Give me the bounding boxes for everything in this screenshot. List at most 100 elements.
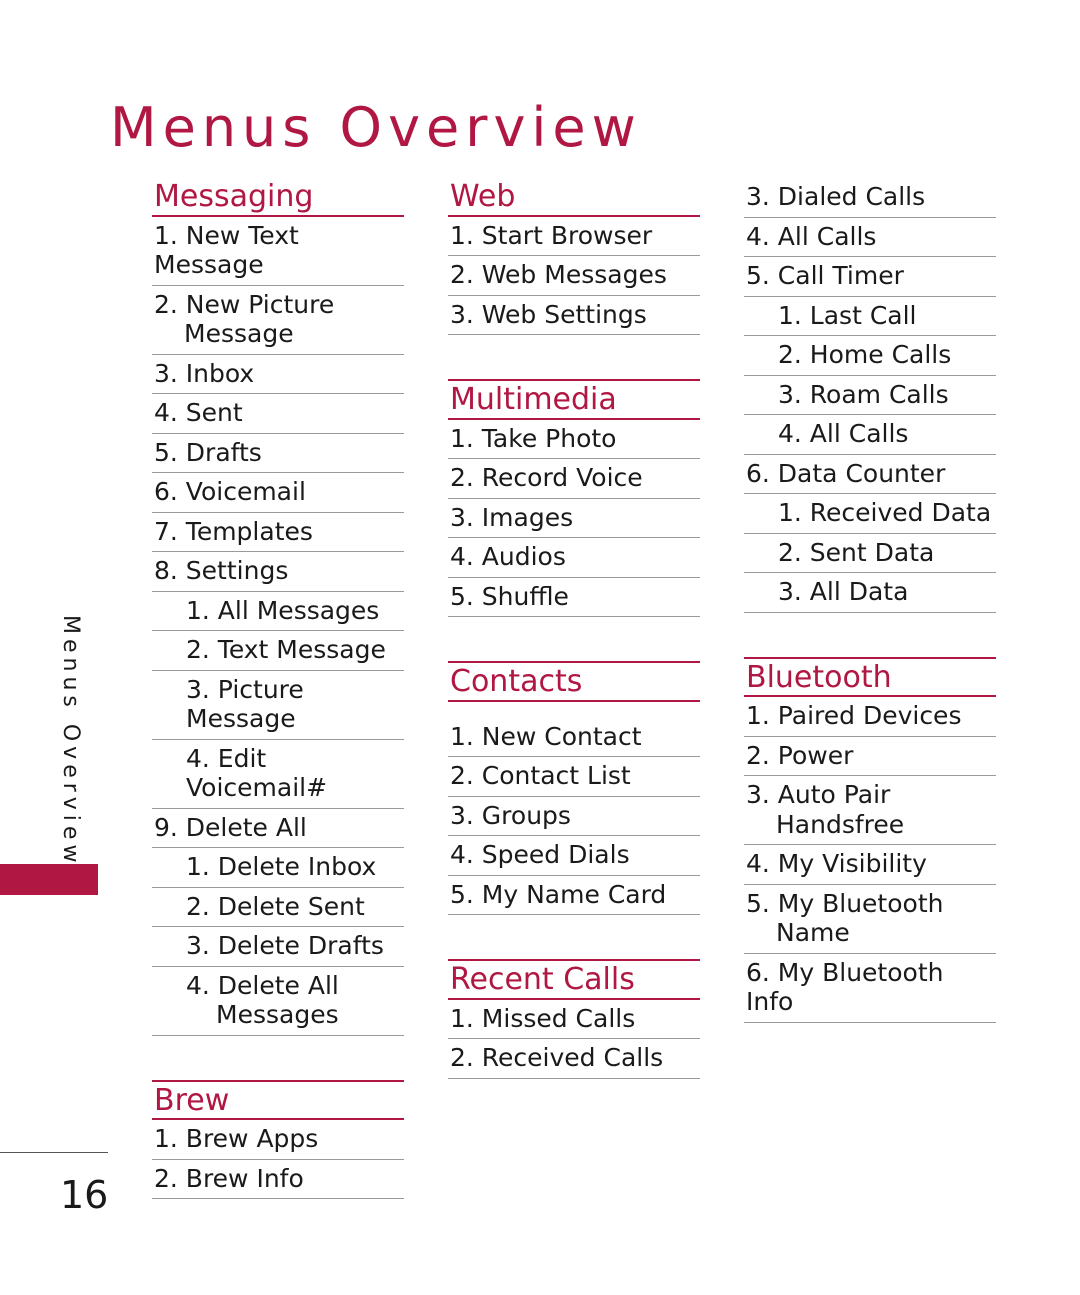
section-contacts: Contacts 1. New Contact 2. Contact List 3. … [448,661,700,916]
menu-item-label: 2. Record Voice [450,463,643,493]
menu-item[interactable]: 1. Start Browser [448,217,700,257]
menu-item-label: 5. Drafts [154,437,262,467]
menu-item-label: 5. Shuffle [450,581,569,611]
section-heading-web: Web [450,179,516,214]
menu-item[interactable]: 9. Delete All [152,809,404,849]
menu-item[interactable]: 2. Received Calls [448,1039,700,1079]
menu-item-label: 1. Paired Devices [746,701,962,731]
menu-item-label: 3. Inbox [154,358,255,388]
menu-item[interactable]: 2. Text Message [152,631,404,671]
menu-item-label: 2. Power [746,740,854,770]
menu-item[interactable]: 4. All Calls [744,218,996,257]
menu-item-label: 3. Dialed Calls [746,182,926,211]
menu-item[interactable]: 6. Voicemail [152,473,404,513]
menu-item-label: 6. Voicemail [154,477,306,507]
menu-item[interactable]: 8. Settings [152,552,404,592]
menu-item[interactable]: 2. Contact List [448,757,700,797]
menu-item[interactable]: 1. New Text Message [152,217,404,286]
menu-item-label-continued: Message [184,319,294,349]
menu-item[interactable]: 3. Roam Calls [744,376,996,415]
menu-item[interactable]: 5. Shuffle [448,578,700,618]
menu-list-bluetooth: 1. Paired Devices 2. Power 3. Auto Pair Han… [744,697,996,1023]
menu-item-label: 3. Picture Message [186,674,304,734]
menu-item[interactable]: 1. Delete Inbox [152,848,404,888]
section-heading-multimedia: Multimedia [450,382,617,418]
section-bluetooth: Bluetooth 1. Paired Devices 2. Power 3. Aut… [744,656,996,1023]
menu-item-label: 9. Delete All [154,812,307,842]
menu-item[interactable]: 3. Groups [448,797,700,837]
menu-item[interactable]: 2. Brew Info [152,1160,404,1200]
menu-item[interactable]: 5. Call Timer [744,257,996,297]
side-tab-marker [0,864,98,895]
menu-item-label-continued: Name [776,918,850,948]
section-messaging: Messaging 1. New Text Message 2. New Pictu… [152,178,404,1036]
menu-item-label: 1. Start Browser [450,220,653,250]
menu-item-label: 1. Delete Inbox [186,852,377,882]
menu-item-label: 4. Sent [154,398,243,428]
page-title: Menus Overview [110,96,642,160]
menu-item[interactable]: 1. Take Photo [448,420,700,460]
menu-item-label: 2. Contact List [450,761,631,791]
menu-item[interactable]: 1. New Contact [448,718,700,758]
menu-item-label: 2. Received Calls [450,1043,664,1073]
menu-item[interactable]: 5. My Bluetooth Name [744,885,996,954]
menu-item[interactable]: 1. Received Data [744,494,996,534]
menu-item-label: 4. All Calls [746,221,877,251]
menu-item[interactable]: 3. Delete Drafts [152,927,404,967]
menu-item[interactable]: 3. Auto Pair Handsfree [744,776,996,846]
menu-item-label: 5. My Bluetooth [746,888,944,918]
menu-item[interactable]: 3. Inbox [152,355,404,395]
menu-item[interactable]: 4. Edit Voicemail# [152,740,404,809]
menu-list-recent-calls: 1. Missed Calls 2. Received Calls [448,1000,700,1079]
menu-item-label-continued: Handsfree [776,809,905,839]
menu-item[interactable]: 1. Brew Apps [152,1120,404,1160]
menu-item[interactable]: 4. All Calls [744,415,996,455]
menu-item[interactable]: 4. Sent [152,394,404,434]
menu-item[interactable]: 5. Drafts [152,434,404,474]
section-heading-contacts: Contacts [450,664,583,700]
menu-item[interactable]: 2. Home Calls [744,336,996,376]
menu-item[interactable]: 3. Web Settings [448,296,700,336]
menu-item[interactable]: 4. Speed Dials [448,836,700,876]
menu-list-brew: 1. Brew Apps 2. Brew Info [152,1120,404,1200]
menu-item-label: 3. Groups [450,800,571,830]
menu-item-label: 4. My Visibility [746,849,927,879]
menu-item[interactable]: 2. Web Messages [448,256,700,296]
menu-item-label: 4. Audios [450,542,566,572]
menu-item[interactable]: 6. Data Counter [744,455,996,494]
menu-item[interactable]: 3. Images [448,499,700,539]
menu-item[interactable]: 4. Audios [448,538,700,578]
menu-item[interactable]: 2. Sent Data [744,534,996,573]
menu-item[interactable]: 3. All Data [744,573,996,613]
menu-item-label: 3. Roam Calls [778,379,949,409]
menu-item[interactable]: 1. Paired Devices [744,697,996,737]
menu-list-multimedia: 1. Take Photo 2. Record Voice 3. Images 4. … [448,420,700,618]
menu-item[interactable]: 1. Last Call [744,297,996,336]
menu-list-recent-calls-continued: 3. Dialed Calls 4. All Calls 5. Call Timer… [744,178,996,613]
menu-item-label: 4. Delete All [186,970,339,1000]
menu-item[interactable]: 1. Missed Calls [448,1000,700,1040]
menu-item-label: 3. All Data [778,577,909,606]
column-1: Messaging 1. New Text Message 2. New Pictu… [152,178,404,1200]
side-tab-label: Menus Overview [58,615,83,868]
menu-item-label: 2. Sent Data [778,537,935,567]
menu-item[interactable]: 4. Delete All Messages [152,967,404,1036]
menu-item[interactable]: 2. New Picture Message [152,286,404,355]
menu-item[interactable]: 7. Templates [152,513,404,553]
menu-item-label: 7. Templates [154,516,313,546]
menu-item[interactable]: 5. My Name Card [448,876,700,916]
menu-item-label: 1. New Text Message [154,220,299,280]
menu-item[interactable]: 2. Delete Sent [152,888,404,928]
menu-item[interactable]: 2. Record Voice [448,459,700,499]
menu-item-label: 1. Missed Calls [450,1003,636,1033]
menu-item[interactable]: 1. All Messages [152,592,404,632]
menu-item[interactable]: 2. Power [744,737,996,777]
menu-list-contacts: 1. New Contact 2. Contact List 3. Groups 4.… [448,718,700,916]
menu-item[interactable]: 6. My Bluetooth Info [744,954,996,1023]
menu-item-label: 4. All Calls [778,419,909,448]
menu-item-label: 1. Last Call [778,300,917,330]
menu-item[interactable]: 3. Picture Message [152,671,404,740]
menu-list-web: 1. Start Browser 2. Web Messages 3. Web Se… [448,217,700,336]
menu-item[interactable]: 4. My Visibility [744,845,996,885]
menu-item[interactable]: 3. Dialed Calls [744,178,996,218]
